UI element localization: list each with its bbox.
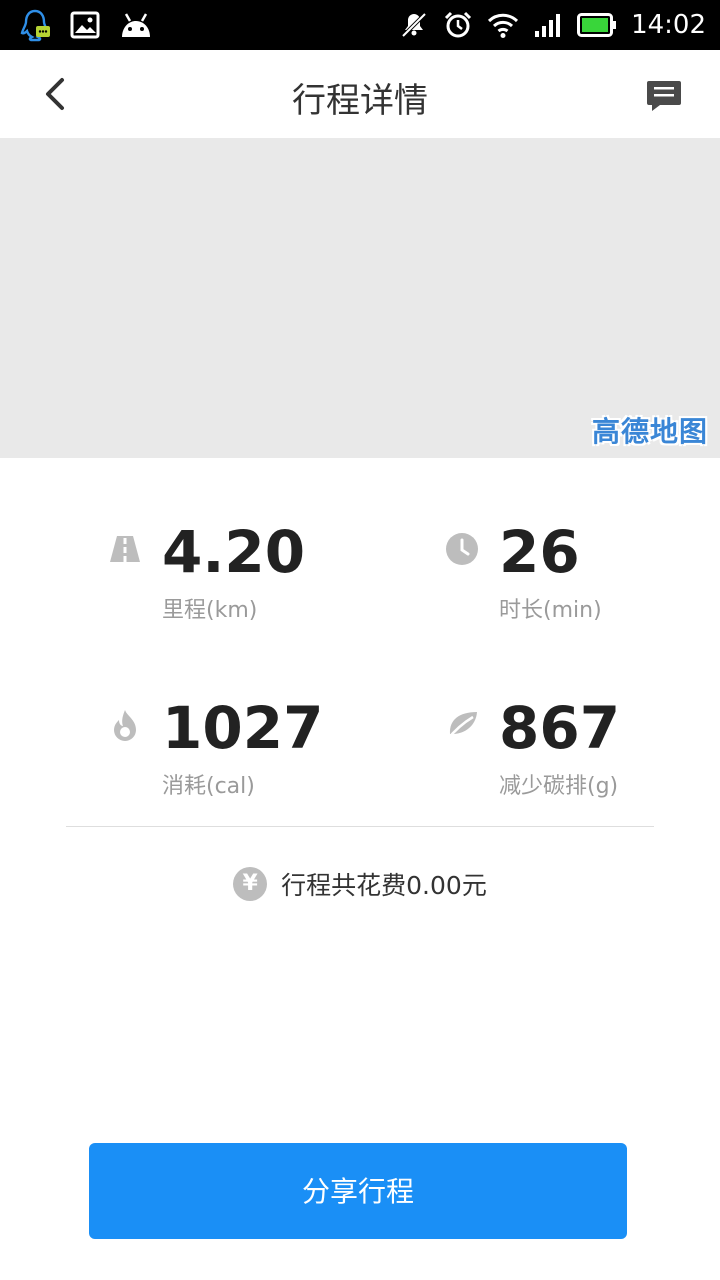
clock-icon [446, 533, 478, 565]
map-provider-logo: 高德地图 [591, 415, 708, 448]
back-button[interactable] [36, 72, 80, 116]
distance-value: 4.20 [162, 518, 306, 586]
share-trip-button[interactable]: 分享行程 [89, 1143, 627, 1239]
alarm-icon [443, 10, 473, 40]
wifi-icon [487, 11, 519, 39]
duration-value: 26 [499, 518, 580, 586]
mute-icon [399, 10, 429, 40]
duration-label: 时长(min) [499, 598, 602, 623]
status-bar: 14:02 [0, 0, 720, 50]
image-icon [70, 11, 100, 39]
calories-value: 1027 [162, 694, 324, 762]
message-icon [647, 81, 681, 111]
status-time: 14:02 [631, 10, 706, 40]
cost-text: 行程共花费0.00元 [281, 871, 487, 900]
carbon-label: 减少碳排(g) [499, 774, 619, 799]
app-header: 行程详情 [0, 50, 720, 138]
android-icon [118, 11, 154, 39]
qq-icon [18, 8, 52, 42]
trip-cost: ¥ 行程共花费0.00元 [0, 862, 720, 906]
message-button[interactable] [644, 76, 684, 116]
battery-icon [577, 12, 617, 38]
signal-icon [533, 11, 563, 39]
calories-label: 消耗(cal) [162, 774, 255, 799]
route-map[interactable]: 高德地图 [0, 138, 720, 458]
chevron-left-icon [46, 78, 64, 110]
divider [66, 826, 654, 827]
page-title: 行程详情 [292, 81, 428, 121]
flame-icon [114, 710, 136, 741]
carbon-value: 867 [499, 694, 621, 762]
leaf-icon [446, 712, 477, 741]
road-icon [110, 536, 140, 562]
yen-icon: ¥ [233, 867, 268, 901]
distance-label: 里程(km) [162, 598, 258, 623]
